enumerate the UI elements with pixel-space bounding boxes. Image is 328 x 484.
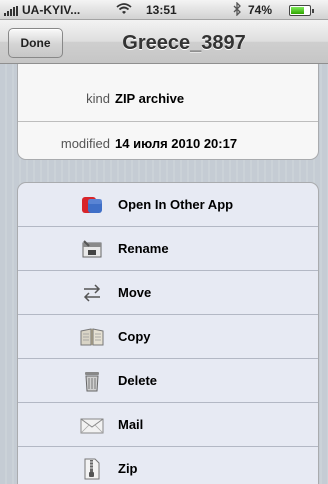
action-label: Delete — [118, 373, 158, 388]
move-icon — [80, 281, 104, 305]
action-label: Copy — [118, 329, 151, 344]
rename-button[interactable]: Rename — [18, 227, 318, 271]
status-time: 13:51 — [146, 3, 177, 17]
wifi-icon — [116, 2, 132, 18]
kind-key: kind — [86, 91, 110, 106]
carrier-name: UA-KYIV... — [22, 3, 81, 17]
open-in-app-icon — [80, 193, 104, 217]
copy-button[interactable]: Copy — [18, 315, 318, 359]
file-actions-group: Open In Other App Rename Move Copy Delet… — [17, 182, 319, 484]
action-label: Open In Other App — [118, 197, 234, 212]
status-bar: UA-KYIV... 13:51 74% — [0, 0, 328, 20]
zip-button[interactable]: Zip — [18, 447, 318, 484]
modified-value: 14 июля 2010 20:17 — [115, 136, 238, 151]
action-label: Mail — [118, 417, 144, 432]
screen: Open In Other App Rename Move Copy Delet… — [0, 0, 328, 484]
signal-strength-icon — [4, 6, 20, 16]
delete-button[interactable]: Delete — [18, 359, 318, 403]
action-label: Rename — [118, 241, 169, 256]
battery-fill — [291, 7, 304, 14]
rename-icon — [80, 237, 104, 261]
action-label: Move — [118, 285, 152, 300]
mail-button[interactable]: Mail — [18, 403, 318, 447]
done-button[interactable]: Done — [8, 28, 63, 58]
battery-icon — [289, 5, 314, 16]
trash-icon — [80, 369, 104, 393]
navigation-bar: Done Greece_3897 — [0, 20, 328, 64]
zip-icon — [80, 457, 104, 481]
battery-percentage: 74% — [248, 3, 273, 17]
copy-icon — [80, 325, 104, 349]
modified-key: modified — [60, 136, 110, 151]
modified-row: modified 14 июля 2010 20:17 — [18, 121, 318, 159]
kind-row: kind ZIP archive — [18, 77, 318, 121]
action-label: Zip — [118, 461, 138, 476]
file-info-group: kind ZIP archive modified 14 июля 2010 2… — [17, 56, 319, 160]
page-title: Greece_3897 — [122, 32, 246, 54]
kind-value: ZIP archive — [115, 91, 185, 106]
move-button[interactable]: Move — [18, 271, 318, 315]
bluetooth-icon — [233, 1, 242, 19]
mail-icon — [80, 413, 104, 437]
open-in-other-app-button[interactable]: Open In Other App — [18, 183, 318, 227]
